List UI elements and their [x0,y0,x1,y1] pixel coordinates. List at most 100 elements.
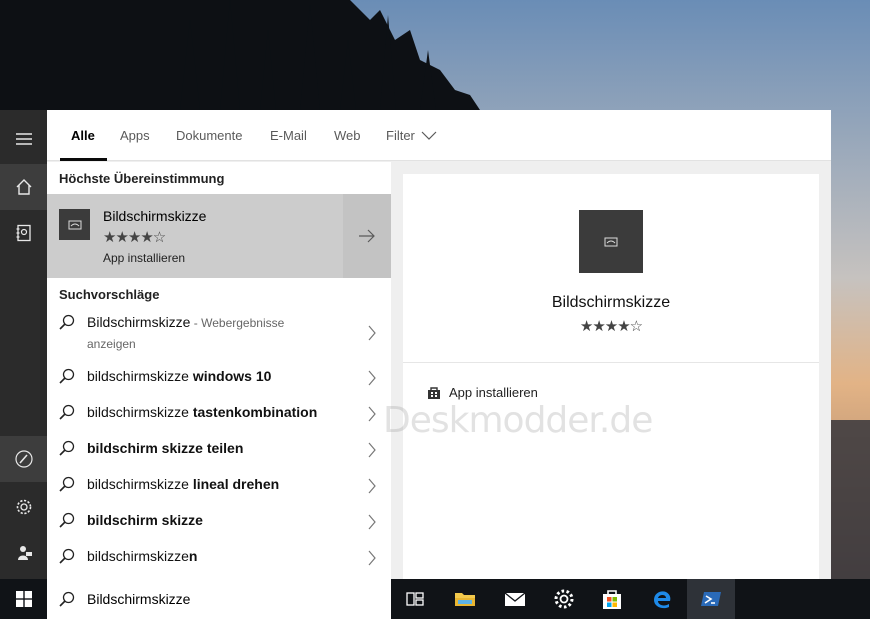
search-icon [59,368,75,384]
chevron-right-icon [368,478,376,494]
best-match-item[interactable]: Bildschirmskizze ★★★★☆ App installieren [47,194,391,278]
suggestion-text: bildschirm skizze teilen [87,440,243,456]
best-match-heading: Höchste Übereinstimmung [59,171,225,186]
taskbar [0,579,870,619]
home-button[interactable] [0,164,47,210]
suggestion-text: bildschirmskizze windows 10 [87,368,271,384]
sketch-app-icon [604,237,618,246]
chevron-right-icon [368,370,376,386]
edge-browser-button[interactable] [638,579,686,619]
chevron-right-icon [368,325,376,341]
suggestion-bold: bildschirm skizze [87,512,203,528]
suggestion-bold: lineal drehen [192,476,280,492]
task-view-icon [406,592,424,606]
suggestion-text: Bildschirmskizze - Webergebnisse anzeige… [87,312,327,354]
results-list: Höchste Übereinstimmung Bildschirmskizze… [47,162,391,579]
suggestion-item[interactable]: bildschirmskizze lineal drehen [47,468,391,504]
arrow-right-icon [359,229,375,243]
suggestion-bold: bildschirm skizze teilen [87,440,244,456]
suggestion-text: bildschirmskizze tastenkombination [87,404,317,420]
suggestion-plain: bildschirmskizze [87,404,193,420]
app-preview-pane: Bildschirmskizze ★★★★☆ App installieren [403,174,819,579]
tab-web[interactable]: Web [334,128,361,143]
preview-app-tile [579,210,643,273]
edge-icon [654,591,671,609]
best-match-main[interactable]: Bildschirmskizze ★★★★☆ App installieren [47,194,342,278]
divider [403,362,819,363]
search-scope-tabs: Alle Apps Dokumente E-Mail Web Filter [47,110,831,161]
search-input[interactable] [87,588,377,610]
search-icon [59,512,75,528]
notebook-button[interactable] [0,210,47,256]
search-icon [59,440,75,456]
suggestion-bold: tastenkombination [192,404,318,420]
tab-all[interactable]: Alle [71,128,95,143]
powershell-button[interactable] [687,579,735,619]
rating-stars: ★★★★☆ [103,229,166,246]
preview-rating-stars: ★★★★☆ [579,318,643,335]
notebook-icon [16,224,31,242]
folder-icon [455,593,475,606]
suggestion-bold: windows 10 [192,368,272,384]
chevron-right-icon [368,442,376,458]
search-icon [59,404,75,420]
suggestion-item[interactable]: bildschirm skizze teilen [47,432,391,468]
home-icon [16,179,31,195]
app-tile [59,209,90,240]
install-app-label: App installieren [449,385,538,400]
search-icon [59,476,75,492]
tab-apps[interactable]: Apps [120,128,150,143]
suggestion-item[interactable]: Bildschirmskizze - Webergebnisse anzeige… [47,306,391,360]
suggestion-plain: bildschirmskizze [87,476,193,492]
suggestion-plain: Bildschirmskizze [87,314,191,330]
suggestion-item[interactable]: bildschirm skizze [47,504,391,540]
search-icon [59,548,75,564]
suggestion-text: bildschirmskizzen [87,548,197,564]
tab-documents[interactable]: Dokumente [176,128,242,143]
file-explorer-button[interactable] [441,579,489,619]
pen-workspace-button[interactable] [0,436,47,482]
chevron-down-icon [421,131,437,140]
suggestion-item[interactable]: bildschirmskizze windows 10 [47,360,391,396]
best-match-subtitle: App installieren [103,251,186,265]
suggestion-text: bildschirm skizze [87,512,203,528]
install-app-action[interactable]: App installieren [427,385,538,400]
settings-taskbar-button[interactable] [540,579,588,619]
windows-logo-icon [15,591,32,607]
search-icon [59,314,75,330]
store-bag-icon [603,590,621,609]
preview-title: Bildschirmskizze [551,294,671,311]
suggestion-text: bildschirmskizze lineal drehen [87,476,279,492]
tab-email[interactable]: E-Mail [270,128,307,143]
powershell-icon [701,592,721,606]
best-match-title: Bildschirmskizze [103,208,207,224]
suggestion-plain: bildschirmskizze [87,368,193,384]
start-button[interactable] [0,579,47,619]
feedback-button[interactable] [0,530,47,576]
chevron-right-icon [368,550,376,566]
task-view-button[interactable] [391,579,439,619]
suggestion-plain: bildschirmskizze [87,548,189,564]
suggestion-bold: n [188,548,198,564]
taskbar-search-box[interactable] [47,579,391,619]
settings-button[interactable] [0,484,47,530]
hamburger-icon [15,133,32,145]
suggestion-item[interactable]: bildschirmskizze tastenkombination [47,396,391,432]
start-left-rail [0,110,47,579]
filter-label: Filter [386,128,415,143]
tab-filter[interactable]: Filter [386,128,437,143]
mail-button[interactable] [491,579,539,619]
gear-icon [554,589,574,609]
open-details-button[interactable] [343,194,391,278]
gear-icon [16,499,31,515]
search-icon [59,591,75,607]
sketch-app-icon [68,220,81,229]
store-button[interactable] [588,579,636,619]
chevron-right-icon [368,406,376,422]
suggestion-item[interactable]: bildschirmskizzen [47,540,391,576]
feedback-icon [17,546,32,560]
watermark: Deskmodder.de [383,400,653,441]
suggestions-heading: Suchvorschläge [59,287,160,302]
hamburger-menu-button[interactable] [0,116,47,162]
mail-icon [504,592,526,606]
